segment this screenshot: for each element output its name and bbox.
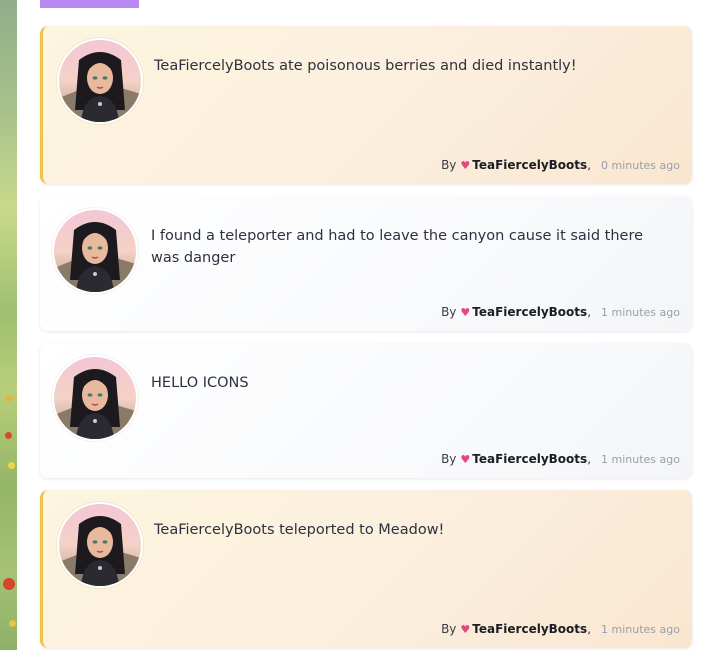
avatar-image (59, 504, 141, 586)
post-meta: By ♥ TeaFiercelyBoots, 0 minutes ago (441, 158, 680, 172)
timestamp: 1 minutes ago (601, 453, 680, 466)
event-message: TeaFiercelyBoots teleported to Meadow! (154, 522, 445, 538)
avatar-icon[interactable] (52, 355, 138, 441)
avatar-icon[interactable] (57, 502, 143, 588)
heart-icon: ♥ (460, 623, 471, 636)
post-message: I found a teleporter and had to leave th… (151, 228, 644, 266)
by-label: By (441, 452, 457, 466)
heart-icon: ♥ (460, 453, 471, 466)
event-card: TeaFiercelyBoots teleported to Meadow! B… (40, 490, 692, 648)
author-link[interactable]: TeaFiercelyBoots (472, 305, 587, 319)
post-meta: By ♥ TeaFiercelyBoots, 1 minutes ago (441, 622, 680, 636)
heart-icon: ♥ (460, 159, 471, 172)
timestamp: 1 minutes ago (601, 306, 680, 319)
event-message: TeaFiercelyBoots ate poisonous berries a… (154, 58, 577, 74)
event-card: TeaFiercelyBoots ate poisonous berries a… (40, 26, 692, 184)
flower-decoration (8, 462, 15, 469)
post-meta: By ♥ TeaFiercelyBoots, 1 minutes ago (441, 305, 680, 319)
by-label: By (441, 158, 457, 172)
flower-decoration (9, 620, 16, 627)
author-link[interactable]: TeaFiercelyBoots (472, 158, 587, 172)
avatar-icon[interactable] (57, 38, 143, 124)
post-card: I found a teleporter and had to leave th… (40, 196, 692, 331)
by-label: By (441, 622, 457, 636)
by-label: By (441, 305, 457, 319)
flower-decoration (3, 578, 15, 590)
flower-decoration (5, 432, 12, 439)
background-art (0, 0, 17, 650)
heart-icon: ♥ (460, 306, 471, 319)
avatar-image (54, 210, 136, 292)
author-link[interactable]: TeaFiercelyBoots (472, 622, 587, 636)
meta-separator: , (587, 158, 592, 172)
flower-decoration (6, 395, 13, 402)
timestamp: 0 minutes ago (601, 159, 680, 172)
post-meta: By ♥ TeaFiercelyBoots, 1 minutes ago (441, 452, 680, 466)
post-card: HELLO ICONS By ♥ TeaFiercelyBoots, 1 minute… (40, 343, 692, 478)
active-tab-indicator[interactable] (40, 0, 139, 8)
avatar-image (54, 357, 136, 439)
meta-separator: , (587, 452, 592, 466)
avatar-icon[interactable] (52, 208, 138, 294)
avatar-image (59, 40, 141, 122)
meta-separator: , (587, 305, 592, 319)
activity-feed: TeaFiercelyBoots ate poisonous berries a… (40, 26, 692, 660)
timestamp: 1 minutes ago (601, 623, 680, 636)
author-link[interactable]: TeaFiercelyBoots (472, 452, 587, 466)
meta-separator: , (587, 622, 592, 636)
post-message: HELLO ICONS (151, 375, 249, 391)
